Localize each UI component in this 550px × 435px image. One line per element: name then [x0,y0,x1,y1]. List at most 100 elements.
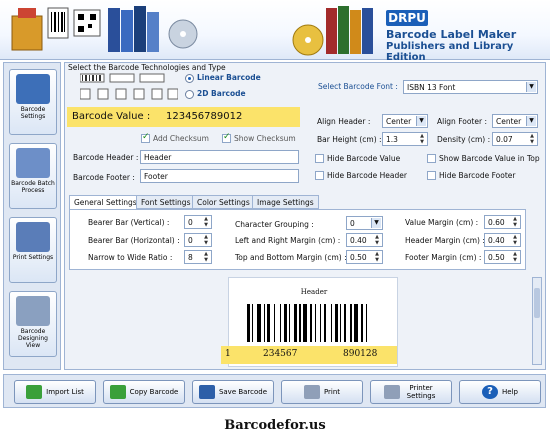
spinner-arrows-icon[interactable]: ▲ ▼ [202,251,210,263]
align-header-value: Center [386,117,412,126]
copy-barcode-button[interactable]: Copy Barcode [103,380,185,404]
linear-barcode-radio[interactable] [185,74,194,83]
hide-header-label: Hide Barcode Header [327,171,407,180]
preview-scrollbar[interactable] [532,277,542,365]
barcode-footer-label: Barcode Footer : [73,173,135,182]
sidebar-item-batch-process[interactable]: Barcode Batch Process [9,143,57,209]
batch-process-icon [16,148,50,178]
narrow-wide-input[interactable]: 8 ▲ ▼ [184,250,212,264]
barcode-value-input[interactable]: 123456789012 [166,111,294,122]
lr-margin-input[interactable]: 0.40 ▲ ▼ [346,233,383,247]
show-value-top-label: Show Barcode Value in Top [439,154,540,163]
spinner-arrows-icon[interactable]: ▲ ▼ [511,234,519,246]
barcode-bar [263,304,265,342]
printer-settings-button[interactable]: Printer Settings [370,380,452,404]
2d-barcode-label: 2D Barcode [197,89,246,98]
bearer-horizontal-label: Bearer Bar (Horizontal) : [88,236,180,245]
app-banner: DRPU Barcode Label Maker Publishers and … [0,0,550,63]
barcode-bar [365,304,367,342]
align-footer-label: Align Footer : [437,117,487,126]
hide-header-checkbox[interactable] [315,171,324,180]
barcode-bar [340,304,342,342]
sidebar-item-designing-view[interactable]: Barcode Designing View [9,291,57,357]
barcode-header-label: Barcode Header : [73,153,139,162]
spinner-arrows-icon[interactable]: ▲ ▼ [418,133,426,145]
bottom-toolbar: Import List Copy Barcode Save Barcode Pr… [3,374,546,408]
bar-height-input[interactable]: 1.3 ▲ ▼ [382,132,428,146]
bearer-vertical-input[interactable]: 0 ▲ ▼ [184,215,212,229]
tab-color-settings[interactable]: Color Settings [192,195,255,209]
preview-digit-first: 1 [225,349,231,359]
tab-general-settings[interactable]: General Settings [69,195,142,210]
import-list-label: Import List [46,388,84,396]
spinner-arrows-icon[interactable]: ▲ ▼ [511,216,519,228]
barcode-font-value: ISBN 13 Font [407,83,456,92]
spinner-arrows-icon[interactable]: ▲ ▼ [202,216,210,228]
print-button[interactable]: Print [281,380,363,404]
spinner-arrows-icon[interactable]: ▲ ▼ [373,251,381,263]
sidebar-item-label: Barcode Settings [20,106,46,120]
barcode-settings-icon [16,74,50,104]
hide-footer-checkbox[interactable] [427,171,436,180]
sidebar-item-barcode-settings[interactable]: Barcode Settings [9,69,57,135]
2d-barcode-radio[interactable] [185,90,194,99]
bearer-horizontal-input[interactable]: 0 ▲ ▼ [184,233,212,247]
copy-icon [109,385,126,399]
bearer-vertical-label: Bearer Bar (Vertical) : [88,218,170,227]
narrow-wide-label: Narrow to Wide Ratio : [88,253,173,262]
chevron-down-icon: ▼ [526,82,536,92]
sidebar-item-label: Barcode Batch Process [11,180,55,194]
footer-margin-input[interactable]: 0.50 ▲ ▼ [484,250,521,264]
barcode-bar [289,304,291,342]
scrollbar-thumb[interactable] [534,288,540,318]
character-grouping-select[interactable]: 0 ▼ [346,216,383,230]
spinner-arrows-icon[interactable]: ▲ ▼ [202,234,210,246]
copy-barcode-label: Copy Barcode [129,388,179,396]
show-value-top-checkbox[interactable] [427,154,436,163]
linear-barcode-label: Linear Barcode [197,73,261,82]
help-button[interactable]: ? Help [459,380,541,404]
barcode-bar [257,304,262,342]
preview-digits-left: 234567 [263,349,298,359]
help-icon: ? [482,385,499,399]
sidebar: Barcode Settings Barcode Batch Process P… [3,62,61,370]
barcode-bar [323,304,327,342]
value-margin-input[interactable]: 0.60 ▲ ▼ [484,215,521,229]
align-header-select[interactable]: Center ▼ [382,114,428,128]
barcode-bar [343,304,347,342]
add-checksum-checkbox[interactable] [141,132,150,143]
barcode-bar [350,304,352,342]
books-cd-icon [292,6,373,56]
barcode-bar [273,304,276,342]
sidebar-item-label: Print Settings [12,254,54,261]
lr-margin-value: 0.40 [350,236,367,245]
show-checksum-checkbox[interactable] [222,132,231,143]
barcode-footer-input[interactable]: Footer [140,169,299,183]
tab-image-settings[interactable]: Image Settings [252,195,319,209]
density-input[interactable]: 0.07 ▲ ▼ [492,132,538,146]
import-list-button[interactable]: Import List [14,380,96,404]
barcode-bar [354,304,358,342]
bearer-horizontal-value: 0 [188,236,193,245]
barcode-font-select[interactable]: ISBN 13 Font ▼ [403,80,538,94]
sidebar-item-print-settings[interactable]: Print Settings [9,217,57,283]
barcode-type-icons [80,73,178,100]
hide-footer-label: Hide Barcode Footer [439,171,516,180]
align-footer-select[interactable]: Center ▼ [492,114,538,128]
lr-margin-label: Left and Right Margin (cm) : [235,236,341,245]
header-margin-input[interactable]: 0.40 ▲ ▼ [484,233,521,247]
spinner-arrows-icon[interactable]: ▲ ▼ [511,251,519,263]
tb-margin-input[interactable]: 0.50 ▲ ▼ [346,250,383,264]
barcode-header-input[interactable]: Header [140,150,299,164]
site-footer: Barcodefor.us [224,418,326,433]
hide-value-checkbox[interactable] [315,154,324,163]
barcode-bar [309,304,313,342]
barcode-preview: Header 1 234567 890128 [221,277,398,367]
spinner-arrows-icon[interactable]: ▲ ▼ [373,234,381,246]
preview-digits-right: 890128 [343,349,378,359]
save-barcode-button[interactable]: Save Barcode [192,380,274,404]
tab-font-settings[interactable]: Font Settings [136,195,196,209]
spinner-arrows-icon[interactable]: ▲ ▼ [528,133,536,145]
value-margin-label: Value Margin (cm) : [405,218,479,227]
bar-height-value: 1.3 [386,135,398,144]
